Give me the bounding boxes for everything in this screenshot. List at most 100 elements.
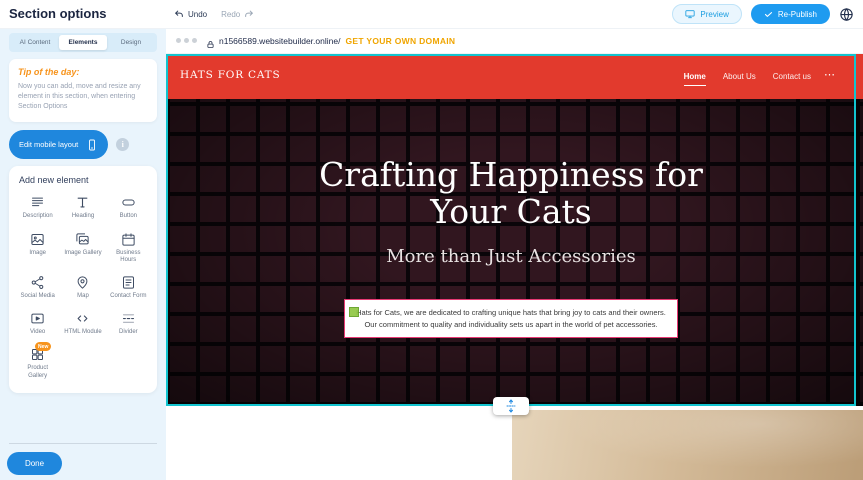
element-map[interactable]: Map: [61, 275, 104, 300]
phone-icon: [86, 139, 98, 151]
element-label: Divider: [119, 329, 138, 336]
hero-inner: Crafting Happiness for Your Cats More th…: [166, 99, 856, 406]
element-button[interactable]: Button: [107, 195, 150, 220]
page-title: Section options: [9, 6, 107, 21]
website-preview: HATS FOR CATS Home About Us Contact us ⋯…: [166, 54, 863, 480]
redo-label: Redo: [221, 10, 240, 19]
element-label: Product Gallery: [18, 365, 58, 379]
hero-heading[interactable]: Crafting Happiness for Your Cats: [281, 99, 741, 231]
app-window: Section options Undo Redo Preview Re-Pub…: [0, 0, 863, 480]
browser-dot: [184, 38, 189, 43]
edit-mobile-layout-label: Edit mobile layout: [19, 140, 78, 149]
resize-arrows-icon: [505, 399, 517, 413]
map-pin-icon: [75, 275, 90, 290]
add-new-element-card: Add new element Description Heading Butt…: [9, 166, 157, 392]
element-label: Business Hours: [108, 250, 148, 264]
element-label: Map: [77, 293, 89, 300]
image-gallery-icon: [75, 232, 90, 247]
history-controls: Undo Redo: [174, 9, 254, 19]
tip-of-the-day-card: Tip of the day: Now you can add, move an…: [9, 59, 157, 122]
undo-icon: [174, 9, 184, 19]
language-globe-icon[interactable]: [839, 7, 854, 22]
tab-elements[interactable]: Elements: [59, 35, 107, 50]
element-product-gallery[interactable]: New Product Gallery: [16, 347, 59, 379]
element-social-media[interactable]: Social Media: [16, 275, 59, 300]
site-nav: Home About Us Contact us: [684, 54, 811, 99]
hero-subheading[interactable]: More than Just Accessories: [166, 246, 856, 267]
element-label: Contact Form: [110, 293, 146, 300]
element-label: Video: [30, 329, 45, 336]
site-logo[interactable]: HATS FOR CATS: [180, 69, 280, 81]
element-drag-handle[interactable]: [349, 307, 359, 317]
element-label: Description: [23, 213, 53, 220]
undo-button[interactable]: Undo: [174, 9, 207, 19]
done-button[interactable]: Done: [7, 452, 62, 475]
next-section: [166, 406, 863, 480]
element-divider[interactable]: Divider: [107, 311, 150, 336]
element-video[interactable]: Video: [16, 311, 59, 336]
element-label: Heading: [72, 213, 94, 220]
site-header: HATS FOR CATS Home About Us Contact us ⋯: [166, 54, 863, 99]
element-heading[interactable]: Heading: [61, 195, 104, 220]
hero-section[interactable]: Crafting Happiness for Your Cats More th…: [166, 99, 863, 406]
nav-item-about-us[interactable]: About Us: [723, 72, 756, 81]
check-icon: [764, 10, 773, 19]
new-badge: New: [35, 342, 51, 351]
hero-body-text: Hats for Cats, we are dedicated to craft…: [356, 308, 666, 329]
browser-dot: [192, 38, 197, 43]
element-contact-form[interactable]: Contact Form: [107, 275, 150, 300]
republish-label: Re-Publish: [778, 10, 817, 19]
info-icon[interactable]: i: [116, 138, 129, 151]
social-media-icon: [30, 275, 45, 290]
element-image[interactable]: Image: [16, 232, 59, 264]
element-description[interactable]: Description: [16, 195, 59, 220]
description-icon: [30, 195, 45, 210]
lock-icon: [206, 36, 215, 45]
video-icon: [30, 311, 45, 326]
tip-body: Now you can add, move and resize any ele…: [18, 82, 148, 112]
site-url: n1566589.websitebuilder.online/: [219, 36, 340, 46]
mobile-layout-row: Edit mobile layout i: [9, 130, 157, 159]
section-resize-handle[interactable]: [493, 397, 529, 415]
republish-button[interactable]: Re-Publish: [751, 4, 830, 24]
element-html-module[interactable]: HTML Module: [61, 311, 104, 336]
add-new-element-title: Add new element: [19, 175, 150, 185]
contact-form-icon: [121, 275, 136, 290]
topbar: Section options Undo Redo Preview Re-Pub…: [0, 0, 863, 28]
image-icon: [30, 232, 45, 247]
sidebar: AI Content Elements Design Tip of the da…: [0, 28, 166, 480]
browser-dot: [176, 38, 181, 43]
divider-icon: [121, 311, 136, 326]
tab-ai-content[interactable]: AI Content: [11, 35, 59, 50]
nav-more-icon[interactable]: ⋯: [824, 68, 835, 81]
nav-item-contact-us[interactable]: Contact us: [773, 72, 811, 81]
monitor-icon: [685, 9, 695, 19]
get-your-own-domain-link[interactable]: GET YOUR OWN DOMAIN: [345, 36, 455, 46]
sidebar-divider: [9, 443, 157, 444]
element-grid: Description Heading Button Image Image G…: [16, 195, 150, 379]
tip-title: Tip of the day:: [18, 67, 148, 77]
element-business-hours[interactable]: Business Hours: [107, 232, 150, 264]
preview-label: Preview: [700, 10, 728, 19]
redo-button[interactable]: Redo: [221, 9, 254, 19]
topbar-actions: Preview Re-Publish: [672, 4, 854, 24]
element-label: Image: [29, 250, 46, 257]
element-label: Image Gallery: [64, 250, 101, 257]
panel-tabs: AI Content Elements Design: [9, 33, 157, 52]
redo-icon: [244, 9, 254, 19]
nav-item-home[interactable]: Home: [684, 72, 706, 81]
tab-design[interactable]: Design: [107, 35, 155, 50]
button-icon: [121, 195, 136, 210]
element-label: Button: [120, 213, 137, 220]
business-hours-icon: [121, 232, 136, 247]
heading-icon: [75, 195, 90, 210]
next-section-image[interactable]: [512, 410, 863, 480]
code-icon: [75, 311, 90, 326]
element-label: HTML Module: [64, 329, 101, 336]
preview-button[interactable]: Preview: [672, 4, 741, 24]
browser-bar: n1566589.websitebuilder.online/ GET YOUR…: [166, 28, 863, 54]
element-label: Social Media: [20, 293, 54, 300]
hero-text-box[interactable]: Hats for Cats, we are dedicated to craft…: [344, 299, 678, 338]
element-image-gallery[interactable]: Image Gallery: [61, 232, 104, 264]
edit-mobile-layout-button[interactable]: Edit mobile layout: [9, 130, 108, 159]
